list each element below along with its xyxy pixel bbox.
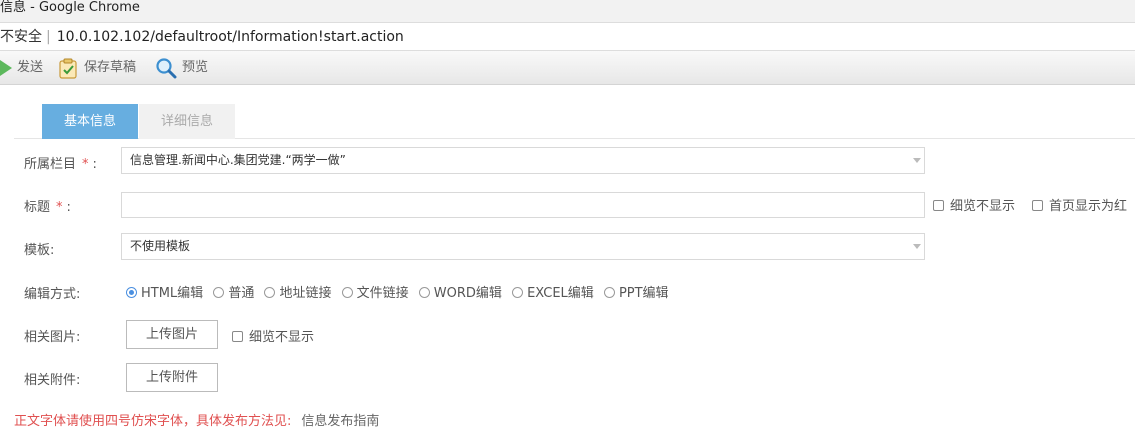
title-label-row: 标题 *: bbox=[24, 196, 71, 215]
address-separator: | bbox=[46, 29, 51, 45]
radio-word[interactable]: WORD编辑 bbox=[418, 282, 502, 301]
radio-excel[interactable]: EXCEL编辑 bbox=[512, 282, 594, 301]
column-label-row: 所属栏目 *: bbox=[24, 153, 97, 172]
title-label: 标题 bbox=[24, 200, 51, 215]
attachments-label: 相关附件: bbox=[24, 373, 81, 388]
radio-label: 地址链接 bbox=[279, 286, 332, 301]
radio-url-link[interactable]: 地址链接 bbox=[264, 282, 332, 301]
save-draft-button[interactable]: 保存草稿 bbox=[57, 57, 136, 79]
column-label: 所属栏目 bbox=[24, 157, 77, 172]
radio-plain[interactable]: 普通 bbox=[213, 282, 254, 301]
radio-label: PPT编辑 bbox=[618, 286, 669, 301]
hide-in-browse-label: 细览不显示 bbox=[950, 199, 1016, 214]
window-title: 信息 - Google Chrome bbox=[0, 0, 1135, 22]
url-text[interactable]: 10.0.102.102/defaultroot/Information!sta… bbox=[57, 29, 404, 45]
title-input[interactable] bbox=[121, 192, 925, 218]
radio-dot[interactable] bbox=[341, 287, 353, 298]
upload-image-button[interactable]: 上传图片 bbox=[126, 320, 218, 349]
radio-label: HTML编辑 bbox=[141, 286, 204, 301]
toolbar: 发送 保存草稿 预览 bbox=[0, 51, 1135, 85]
checkbox-box[interactable] bbox=[232, 331, 243, 342]
edit-mode-label: 编辑方式: bbox=[24, 287, 81, 302]
images-label: 相关图片: bbox=[24, 330, 81, 345]
chevron-down-icon bbox=[913, 158, 921, 163]
homepage-red-label: 首页显示为红 bbox=[1049, 199, 1128, 214]
radio-label: 文件链接 bbox=[356, 286, 409, 301]
radio-label: EXCEL编辑 bbox=[527, 286, 594, 301]
hide-in-browse-checkbox[interactable]: 细览不显示 bbox=[933, 195, 1015, 214]
radio-dot[interactable] bbox=[418, 287, 430, 298]
template-select[interactable]: 不使用模板 bbox=[121, 233, 925, 260]
image-hide-label: 细览不显示 bbox=[249, 330, 315, 345]
image-hide-checkbox[interactable]: 细览不显示 bbox=[232, 326, 314, 345]
security-indicator[interactable]: 不安全 bbox=[0, 29, 42, 45]
radio-dot[interactable] bbox=[126, 287, 137, 298]
column-select[interactable]: 信息管理.新闻中心.集团党建.“两学一做” bbox=[121, 147, 925, 174]
radio-dot[interactable] bbox=[603, 287, 615, 298]
upload-attachment-button[interactable]: 上传附件 bbox=[126, 363, 218, 392]
tab-basic-info[interactable]: 基本信息 bbox=[42, 104, 138, 139]
radio-html[interactable]: HTML编辑 bbox=[126, 282, 203, 301]
checkbox-box[interactable] bbox=[1032, 200, 1043, 211]
required-mark: * bbox=[82, 157, 89, 172]
label-colon: : bbox=[92, 157, 97, 172]
send-button[interactable]: 发送 bbox=[0, 57, 43, 79]
font-note: 正文字体请使用四号仿宋字体，具体发布方法见: 信息发布指南 bbox=[14, 410, 379, 429]
save-draft-label: 保存草稿 bbox=[84, 60, 137, 75]
font-note-text: 正文字体请使用四号仿宋字体，具体发布方法见: bbox=[14, 414, 292, 429]
column-select-value: 信息管理.新闻中心.集团党建.“两学一做” bbox=[130, 153, 346, 167]
radio-file-link[interactable]: 文件链接 bbox=[341, 282, 409, 301]
magnifier-icon bbox=[156, 58, 177, 79]
send-label: 发送 bbox=[17, 60, 44, 75]
template-select-value: 不使用模板 bbox=[130, 239, 191, 253]
label-colon: : bbox=[66, 200, 71, 215]
radio-label: WORD编辑 bbox=[433, 286, 502, 301]
tab-bar: 基本信息 详细信息 bbox=[14, 104, 1135, 139]
radio-dot[interactable] bbox=[213, 287, 225, 298]
preview-label: 预览 bbox=[182, 60, 209, 75]
radio-ppt[interactable]: PPT编辑 bbox=[603, 282, 669, 301]
tab-detail-info[interactable]: 详细信息 bbox=[139, 104, 235, 139]
address-bar[interactable]: 不安全 | 10.0.102.102/defaultroot/Information… bbox=[0, 22, 1135, 51]
radio-label: 普通 bbox=[228, 286, 255, 301]
clipboard-check-icon bbox=[59, 58, 77, 79]
send-icon bbox=[0, 60, 12, 76]
radio-dot[interactable] bbox=[264, 287, 276, 298]
chevron-down-icon bbox=[913, 244, 921, 249]
preview-button[interactable]: 预览 bbox=[155, 57, 208, 79]
homepage-red-checkbox[interactable]: 首页显示为红 bbox=[1032, 195, 1127, 214]
publish-guide-link[interactable]: 信息发布指南 bbox=[301, 414, 379, 429]
template-label: 模板: bbox=[24, 243, 55, 258]
edit-mode-radio-group: HTML编辑 普通 地址链接 文件链接 WORD编辑 EXCEL编辑 PPT编辑 bbox=[126, 282, 675, 301]
checkbox-box[interactable] bbox=[933, 200, 944, 211]
radio-dot[interactable] bbox=[512, 287, 524, 298]
required-mark: * bbox=[56, 200, 63, 215]
